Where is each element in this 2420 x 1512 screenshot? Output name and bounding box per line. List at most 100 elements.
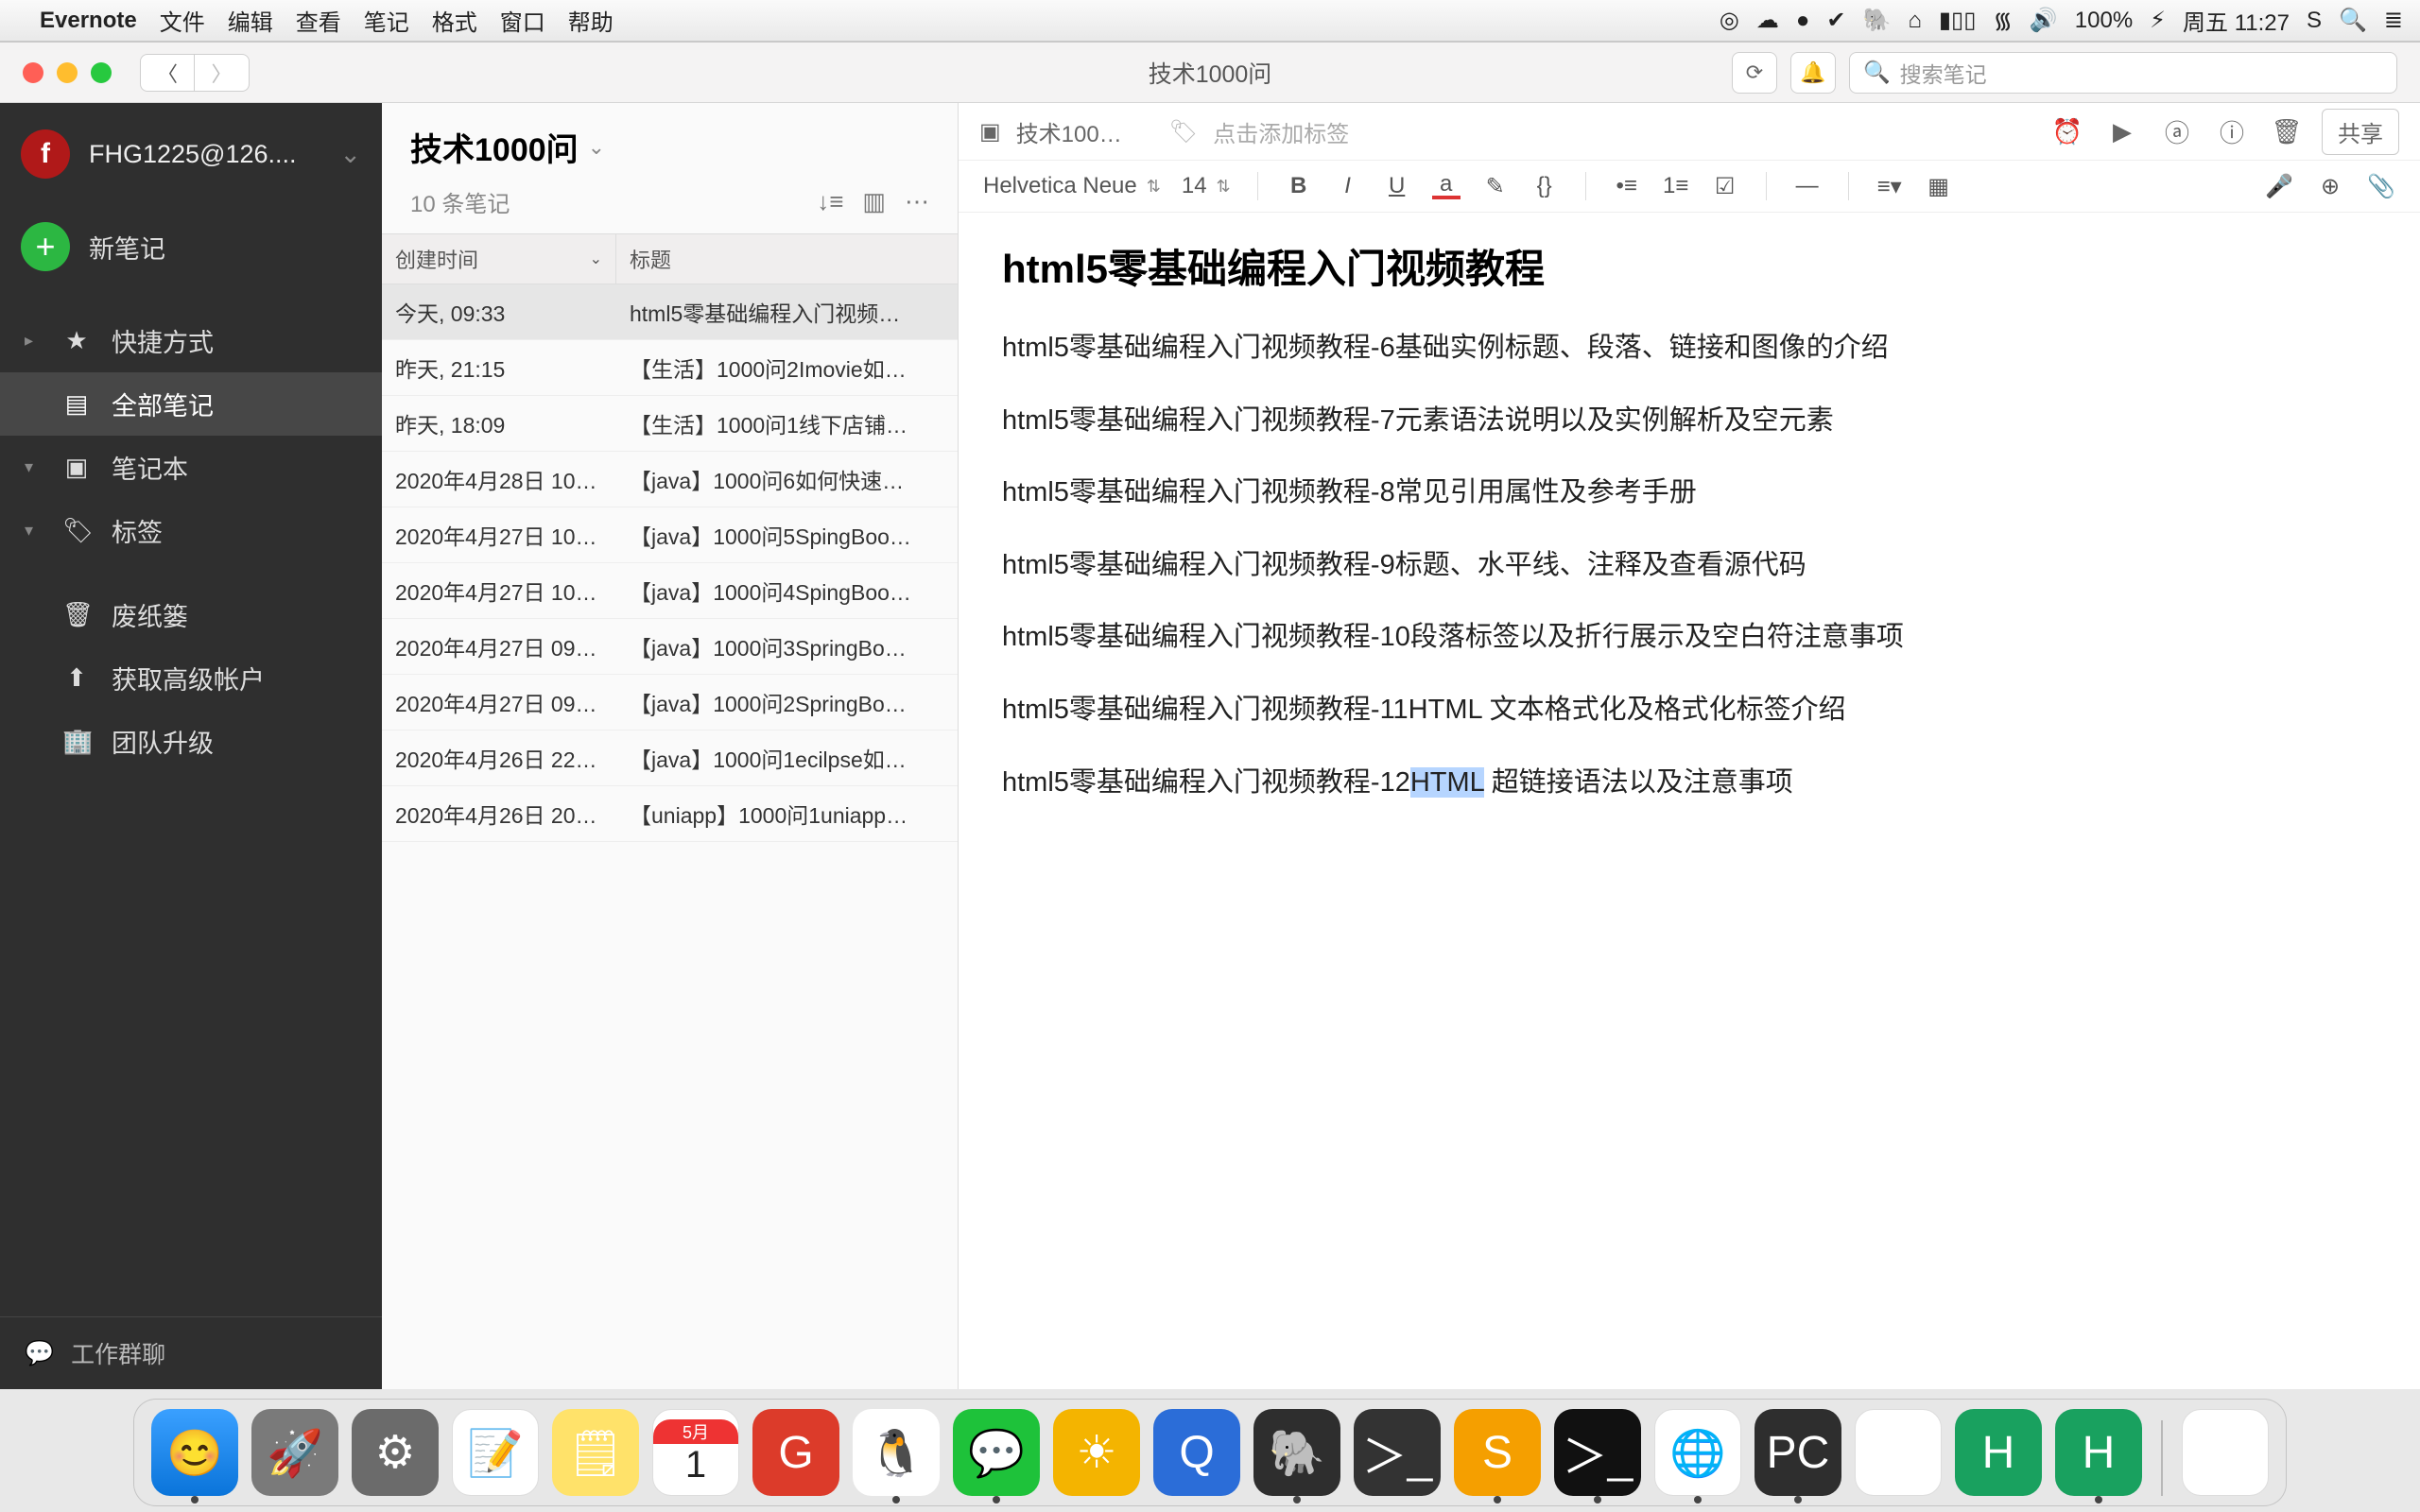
dock-app-finder[interactable]: 😊 bbox=[151, 1409, 238, 1496]
status-icon[interactable]: ☁︎ bbox=[1756, 7, 1779, 34]
dock-app-preferences[interactable]: ⚙︎ bbox=[352, 1409, 439, 1496]
notelist-row[interactable]: 2020年4月27日 09…【java】1000问3SpringBo… bbox=[382, 619, 958, 675]
search-input[interactable]: 🔍 搜索笔记 bbox=[1849, 52, 2397, 94]
notelist-row[interactable]: 昨天, 18:09【生活】1000问1线下店铺… bbox=[382, 396, 958, 452]
notelist-row[interactable]: 2020年4月27日 10…【java】1000问5SpingBoo… bbox=[382, 507, 958, 563]
note-line[interactable]: html5零基础编程入门视频教程-10段落标签以及折行展示及空白符注意事项 bbox=[1002, 618, 2377, 657]
dock-app-terminal[interactable]: ＞_ bbox=[1354, 1409, 1441, 1496]
dock-app-sublime[interactable]: S bbox=[1454, 1409, 1541, 1496]
dock-app-quicktime[interactable]: Q bbox=[1153, 1409, 1240, 1496]
text-color-button[interactable]: a bbox=[1432, 173, 1461, 199]
clock[interactable]: 周五 11:27 bbox=[2183, 4, 2290, 37]
status-icon[interactable]: ✔︎ bbox=[1826, 7, 1845, 34]
note-line[interactable]: html5零基础编程入门视频教程-8常见引用属性及参考手册 bbox=[1002, 473, 2377, 512]
note-title[interactable]: html5零基础编程入门视频教程 bbox=[1002, 237, 2377, 295]
hr-button[interactable]: — bbox=[1793, 173, 1822, 199]
dock-app-stickies[interactable]: 🗒 bbox=[552, 1409, 639, 1496]
notelist-row[interactable]: 2020年4月26日 20…【uniapp】1000问1uniapp… bbox=[382, 786, 958, 842]
note-line[interactable]: html5零基础编程入门视频教程-9标题、水平线、注释及查看源代码 bbox=[1002, 546, 2377, 585]
menu-window[interactable]: 窗口 bbox=[500, 4, 545, 37]
minimize-window-button[interactable] bbox=[57, 62, 78, 83]
menu-edit[interactable]: 编辑 bbox=[228, 4, 273, 37]
dock-app-hbuilder[interactable]: H bbox=[1955, 1409, 2042, 1496]
delete-button[interactable]: 🗑 bbox=[2267, 117, 2307, 146]
numbered-list-button[interactable]: 1≡ bbox=[1662, 173, 1690, 199]
evernote-tray-icon[interactable]: 🐘 bbox=[1862, 7, 1891, 34]
status-icon[interactable]: ⌂ bbox=[1908, 8, 1922, 34]
notification-center-icon[interactable]: ≣ bbox=[2384, 7, 2403, 34]
sidebar-item-team[interactable]: 🏢 团队升级 bbox=[0, 710, 382, 773]
sidebar-item-all-notes[interactable]: ▤ 全部笔记 bbox=[0, 372, 382, 436]
account-row[interactable]: f FHG1225@126.... ⌄ bbox=[0, 103, 382, 205]
sidebar-footer-chat[interactable]: 💬 工作群聊 bbox=[0, 1316, 382, 1389]
menu-help[interactable]: 帮助 bbox=[568, 4, 614, 37]
sidebar-item-trash[interactable]: 🗑 废纸篓 bbox=[0, 583, 382, 646]
notifications-button[interactable]: 🔔 bbox=[1790, 52, 1836, 94]
mic-button[interactable]: 🎤 bbox=[2265, 173, 2293, 200]
sidebar-item-upgrade[interactable]: ⬆ 获取高级帐户 bbox=[0, 646, 382, 710]
table-button[interactable]: ▦ bbox=[1925, 173, 1953, 200]
nav-forward-button[interactable]: 〉 bbox=[195, 54, 250, 92]
volume-icon[interactable]: 🔊 bbox=[2030, 7, 2058, 34]
highlight-button[interactable]: ✎ bbox=[1481, 173, 1510, 200]
menu-file[interactable]: 文件 bbox=[160, 4, 205, 37]
nav-back-button[interactable]: 〈 bbox=[140, 54, 195, 92]
menu-view[interactable]: 查看 bbox=[296, 4, 341, 37]
dock-app-red[interactable]: G bbox=[752, 1409, 839, 1496]
present-button[interactable]: ▶ bbox=[2102, 117, 2142, 146]
notelist-row[interactable]: 2020年4月26日 22…【java】1000问1ecilpse如… bbox=[382, 730, 958, 786]
chevron-down-icon[interactable]: ⌄ bbox=[588, 135, 605, 160]
breadcrumb[interactable]: 技术100… bbox=[1016, 115, 1122, 148]
spotlight-icon[interactable]: 🔍 bbox=[2339, 7, 2367, 34]
close-window-button[interactable] bbox=[23, 62, 43, 83]
font-size-select[interactable]: 14⇅ bbox=[1182, 173, 1231, 199]
menu-format[interactable]: 格式 bbox=[432, 4, 477, 37]
code-block-button[interactable]: {} bbox=[1530, 173, 1559, 199]
dock-app-eclipse[interactable]: ◐ bbox=[1855, 1409, 1942, 1496]
bold-button[interactable]: B bbox=[1285, 173, 1313, 199]
battery-icon[interactable]: ▮▯▯ bbox=[1939, 7, 1977, 34]
status-icon[interactable]: ◎ bbox=[1720, 7, 1739, 34]
dock-app-calendar[interactable]: 5月1 bbox=[652, 1409, 739, 1496]
note-line[interactable]: html5零基础编程入门视频教程-7元素语法说明以及实例解析及空元素 bbox=[1002, 402, 2377, 440]
view-toggle-button[interactable]: ▥ bbox=[862, 187, 886, 216]
info-button[interactable]: ⓘ bbox=[2212, 114, 2252, 149]
camera-button[interactable]: ⊕ bbox=[2316, 173, 2344, 200]
zoom-window-button[interactable] bbox=[91, 62, 112, 83]
input-source-icon[interactable]: S bbox=[2307, 8, 2322, 34]
share-button[interactable]: 共享 bbox=[2322, 109, 2399, 155]
more-button[interactable]: ⋯ bbox=[905, 187, 929, 216]
dock-app-chrome[interactable]: 🌐 bbox=[1654, 1409, 1741, 1496]
dock-app-pycharm[interactable]: PC bbox=[1754, 1409, 1841, 1496]
reminder-button[interactable]: ⏰ bbox=[2048, 117, 2087, 146]
note-line[interactable]: html5零基础编程入门视频教程-11HTML 文本格式化及格式化标签介绍 bbox=[1002, 691, 2377, 730]
attach-button[interactable]: 📎 bbox=[2367, 173, 2395, 200]
note-body[interactable]: html5零基础编程入门视频教程 html5零基础编程入门视频教程-6基础实例标… bbox=[959, 213, 2420, 1389]
app-name[interactable]: Evernote bbox=[40, 8, 137, 34]
note-line[interactable]: html5零基础编程入门视频教程-6基础实例标题、段落、链接和图像的介绍 bbox=[1002, 329, 2377, 368]
tag-icon[interactable]: 🏷 bbox=[1169, 118, 1198, 146]
underline-button[interactable]: U bbox=[1383, 173, 1411, 199]
font-family-select[interactable]: Helvetica Neue⇅ bbox=[983, 173, 1161, 199]
annotate-button[interactable]: ⓐ bbox=[2157, 114, 2197, 149]
notelist-row[interactable]: 2020年4月28日 10…【java】1000问6如何快速… bbox=[382, 452, 958, 507]
bulleted-list-button[interactable]: •≡ bbox=[1613, 173, 1641, 199]
sync-button[interactable]: ⟳ bbox=[1732, 52, 1777, 94]
dock-app-notes[interactable]: 📝 bbox=[452, 1409, 539, 1496]
dock-app-evernote[interactable]: 🐘 bbox=[1253, 1409, 1340, 1496]
sidebar-item-shortcuts[interactable]: ▸ ★ 快捷方式 bbox=[0, 309, 382, 372]
sort-button[interactable]: ↓≡ bbox=[817, 187, 843, 216]
note-line[interactable]: html5零基础编程入门视频教程-12HTML 超链接语法以及注意事项 bbox=[1002, 764, 2377, 802]
align-button[interactable]: ≡▾ bbox=[1876, 173, 1904, 200]
checklist-button[interactable]: ☑ bbox=[1711, 173, 1739, 200]
italic-button[interactable]: I bbox=[1334, 173, 1362, 199]
col-title-header[interactable]: 标题 bbox=[616, 234, 684, 284]
dock-app-iterm[interactable]: ＞_ bbox=[1554, 1409, 1641, 1496]
sidebar-item-notebooks[interactable]: ▾ ▣ 笔记本 bbox=[0, 436, 382, 499]
wifi-icon[interactable]: ᯾ bbox=[1993, 5, 2012, 36]
notelist-row[interactable]: 昨天, 21:15【生活】1000问2Imovie如… bbox=[382, 340, 958, 396]
dock-app-launchpad[interactable]: 🚀 bbox=[251, 1409, 338, 1496]
notelist-row[interactable]: 2020年4月27日 09…【java】1000问2SpringBo… bbox=[382, 675, 958, 730]
notelist-row[interactable]: 今天, 09:33html5零基础编程入门视频… bbox=[382, 284, 958, 340]
dock-app-wechat[interactable]: 💬 bbox=[953, 1409, 1040, 1496]
